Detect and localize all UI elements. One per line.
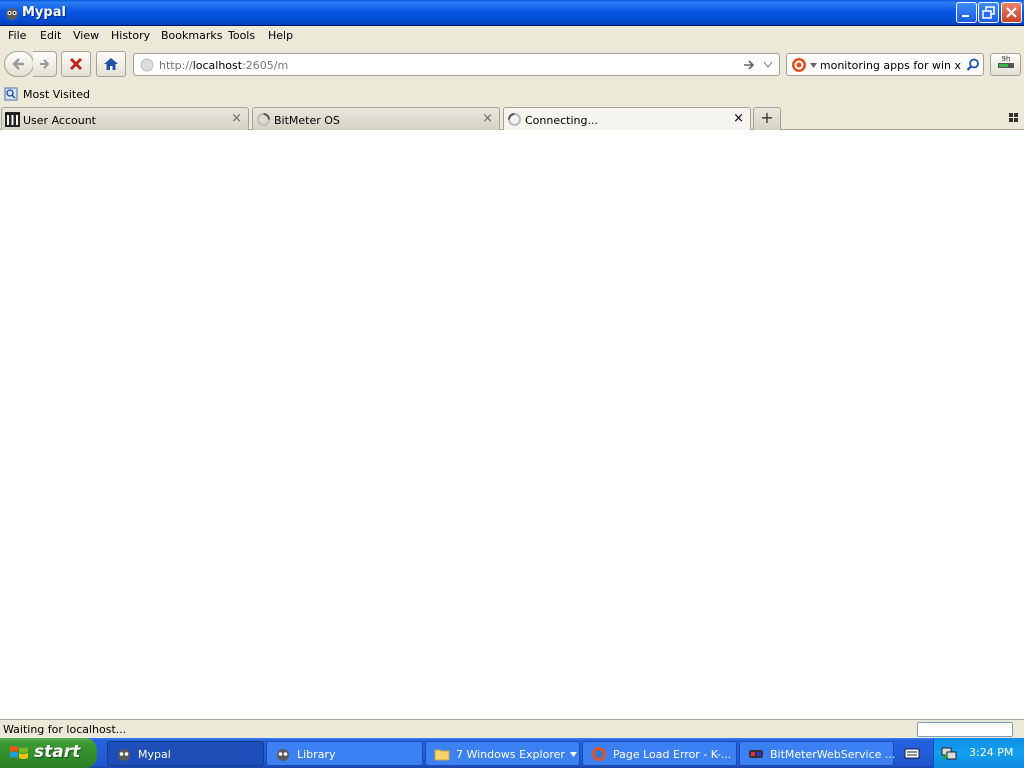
most-visited-label: Most Visited xyxy=(23,87,90,101)
taskbar-item-windows-explorer[interactable]: 7 Windows Explorer xyxy=(425,741,580,766)
menu-bookmarks[interactable]: Bookmarks xyxy=(161,29,222,42)
tab-label: User Account xyxy=(23,114,96,127)
menu-edit[interactable]: Edit xyxy=(40,29,61,42)
chevron-down-icon[interactable] xyxy=(810,63,817,68)
mypal-icon xyxy=(277,749,289,761)
url-text: http://localhost:2605/m xyxy=(159,59,289,72)
title-bar[interactable]: Mypal xyxy=(0,0,1024,26)
tab-close-icon[interactable]: × xyxy=(733,111,744,126)
browser-icon xyxy=(592,747,606,761)
tab-list-icon[interactable] xyxy=(1008,112,1019,123)
task-label: BitMeterWebService ... xyxy=(770,748,896,761)
windows-flag-icon xyxy=(10,746,28,759)
loading-spinner-icon xyxy=(508,113,521,126)
tab-label: Connecting... xyxy=(525,114,598,127)
taskbar-item-mypal[interactable]: Mypal xyxy=(107,741,264,766)
search-input[interactable]: ork monitoring apps for win x xyxy=(821,59,961,72)
mypal-icon xyxy=(118,749,130,761)
go-arrow-icon[interactable] xyxy=(743,59,755,71)
network-tray-icon[interactable] xyxy=(941,745,957,761)
bookmarks-toolbar: Most Visited xyxy=(0,84,1024,106)
service-icon xyxy=(749,750,763,758)
tab-connecting[interactable]: Connecting... × xyxy=(503,107,751,131)
stop-button[interactable] xyxy=(61,51,91,77)
status-progress-bar xyxy=(917,722,1013,737)
start-button[interactable]: start xyxy=(0,738,97,768)
svg-text:9h: 9h xyxy=(1001,55,1010,63)
folder-icon xyxy=(434,749,450,761)
close-window-button[interactable] xyxy=(1001,2,1022,23)
clock[interactable]: 3:24 PM xyxy=(969,746,1013,759)
tab-close-icon[interactable]: × xyxy=(482,111,493,126)
task-label: Mypal xyxy=(138,748,171,761)
menu-view[interactable]: View xyxy=(73,29,99,42)
new-tab-button[interactable]: + xyxy=(753,107,781,130)
group-dropdown-icon[interactable] xyxy=(570,752,577,757)
tab-close-icon[interactable]: × xyxy=(231,111,242,126)
loading-spinner-icon xyxy=(257,113,270,126)
bitmeter-bars-icon xyxy=(5,112,20,127)
search-icon[interactable] xyxy=(966,58,980,72)
system-tray: 3:24 PM xyxy=(933,738,1024,768)
tab-label: BitMeter OS xyxy=(274,114,340,127)
taskbar-item-library[interactable]: Library xyxy=(266,741,423,766)
tab-user-account[interactable]: User Account × xyxy=(1,107,249,130)
search-engine-icon[interactable] xyxy=(791,57,807,73)
back-arrow-icon xyxy=(12,58,24,70)
bandwidth-meter-icon: 9h xyxy=(997,55,1014,68)
most-visited-folder[interactable]: Most Visited xyxy=(4,87,90,101)
url-dropdown-icon[interactable] xyxy=(763,61,773,69)
page-content[interactable] xyxy=(0,130,1024,719)
menu-tools[interactable]: Tools xyxy=(228,29,255,42)
status-bar: Waiting for localhost... xyxy=(0,719,1024,738)
menu-history[interactable]: History xyxy=(111,29,150,42)
stop-x-icon xyxy=(69,57,83,71)
menu-help[interactable]: Help xyxy=(268,29,293,42)
task-label: Library xyxy=(297,748,336,761)
status-text: Waiting for localhost... xyxy=(3,723,127,736)
back-button[interactable] xyxy=(4,51,34,77)
task-label: Page Load Error - K-... xyxy=(613,748,732,761)
home-button[interactable] xyxy=(96,51,126,77)
menu-file[interactable]: File xyxy=(8,29,26,42)
site-identity-icon xyxy=(140,58,154,72)
minimize-button[interactable] xyxy=(956,2,977,23)
url-bar[interactable]: http://localhost:2605/m xyxy=(133,53,780,76)
window-title: Mypal xyxy=(22,5,66,20)
start-label: start xyxy=(34,742,81,762)
mypal-app-icon xyxy=(6,8,18,20)
tab-bar: User Account × BitMeter OS × Connecting.… xyxy=(0,106,1024,131)
task-label: 7 Windows Explorer xyxy=(456,748,565,761)
search-bar[interactable]: ork monitoring apps for win x xyxy=(786,53,984,76)
keyboard-icon[interactable] xyxy=(904,746,920,760)
taskbar-item-page-load-error[interactable]: Page Load Error - K-... xyxy=(582,741,737,766)
menu-bar: File Edit View History Bookmarks Tools H… xyxy=(0,26,1024,46)
forward-arrow-icon xyxy=(39,59,49,69)
addon-toolbar-button[interactable]: 9h xyxy=(990,53,1021,76)
taskbar-item-bitmeter-webservice[interactable]: BitMeterWebService ... xyxy=(739,741,896,766)
tab-bitmeter-os[interactable]: BitMeter OS × xyxy=(252,107,500,130)
forward-button[interactable] xyxy=(33,51,57,77)
windows-taskbar: start Mypal Library 7 Windows Explorer P… xyxy=(0,738,1024,768)
home-icon xyxy=(104,58,118,70)
bookmark-folder-icon xyxy=(4,87,18,101)
restore-button[interactable] xyxy=(978,2,999,23)
